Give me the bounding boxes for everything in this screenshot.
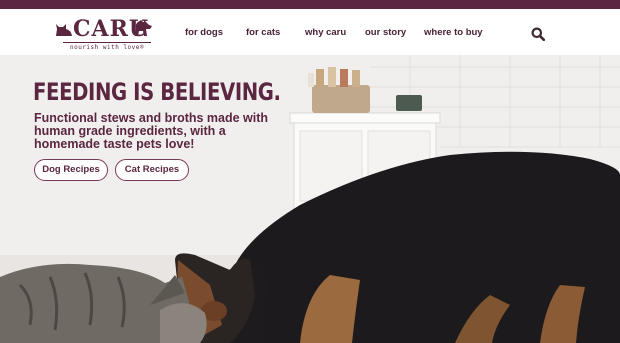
hero-banner: FEEDING IS BELIEVING. Functional stews a…: [0, 55, 620, 343]
top-accent-bar: [0, 0, 620, 9]
nav-for-cats[interactable]: for cats: [246, 27, 280, 38]
cat-silhouette-icon: [56, 24, 72, 36]
nav-for-dogs[interactable]: for dogs: [185, 27, 223, 38]
hero-headline: FEEDING IS BELIEVING.: [33, 78, 281, 106]
cat-recipes-button[interactable]: Cat Recipes: [115, 159, 189, 181]
logo-tagline: nourish with love®: [63, 42, 151, 51]
caru-logo[interactable]: CARU nourish with love®: [55, 17, 153, 53]
dog-recipes-button[interactable]: Dog Recipes: [34, 159, 108, 181]
nav-why-caru[interactable]: why caru: [305, 27, 346, 38]
search-icon[interactable]: [531, 27, 545, 41]
nav-where-to-buy[interactable]: where to buy: [424, 27, 483, 38]
site-header: CARU nourish with love® for dogs for cat…: [0, 9, 620, 55]
nav-our-story[interactable]: our story: [365, 27, 406, 38]
hero-subheadline: Functional stews and broths made with hu…: [34, 111, 269, 151]
dog-silhouette-icon: [135, 20, 152, 36]
